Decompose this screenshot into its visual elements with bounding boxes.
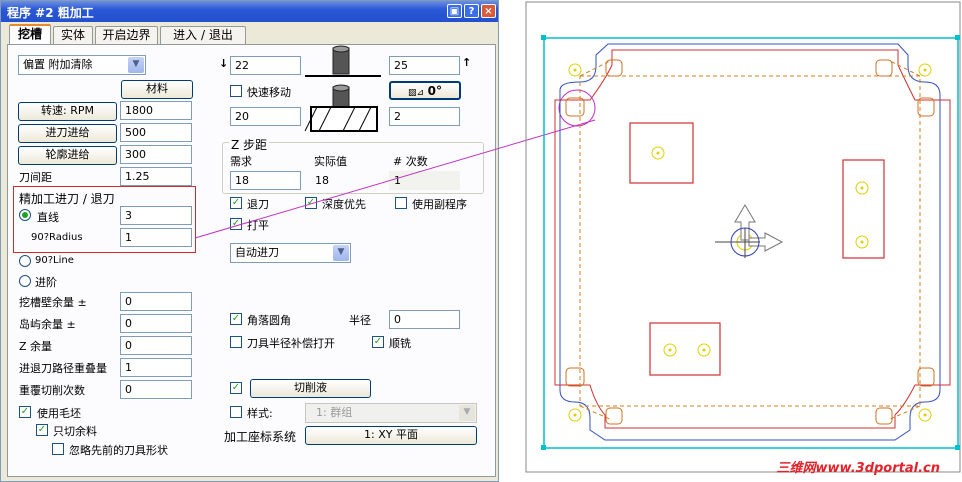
island-2 (842, 159, 885, 259)
callout-line (194, 119, 596, 239)
origin-axes-icon (715, 204, 784, 258)
watermark: 三维网www.3dportal.cn (776, 461, 940, 476)
cad-viewport (194, 1, 961, 473)
callout-circle (558, 89, 596, 127)
island-1 (629, 122, 694, 184)
